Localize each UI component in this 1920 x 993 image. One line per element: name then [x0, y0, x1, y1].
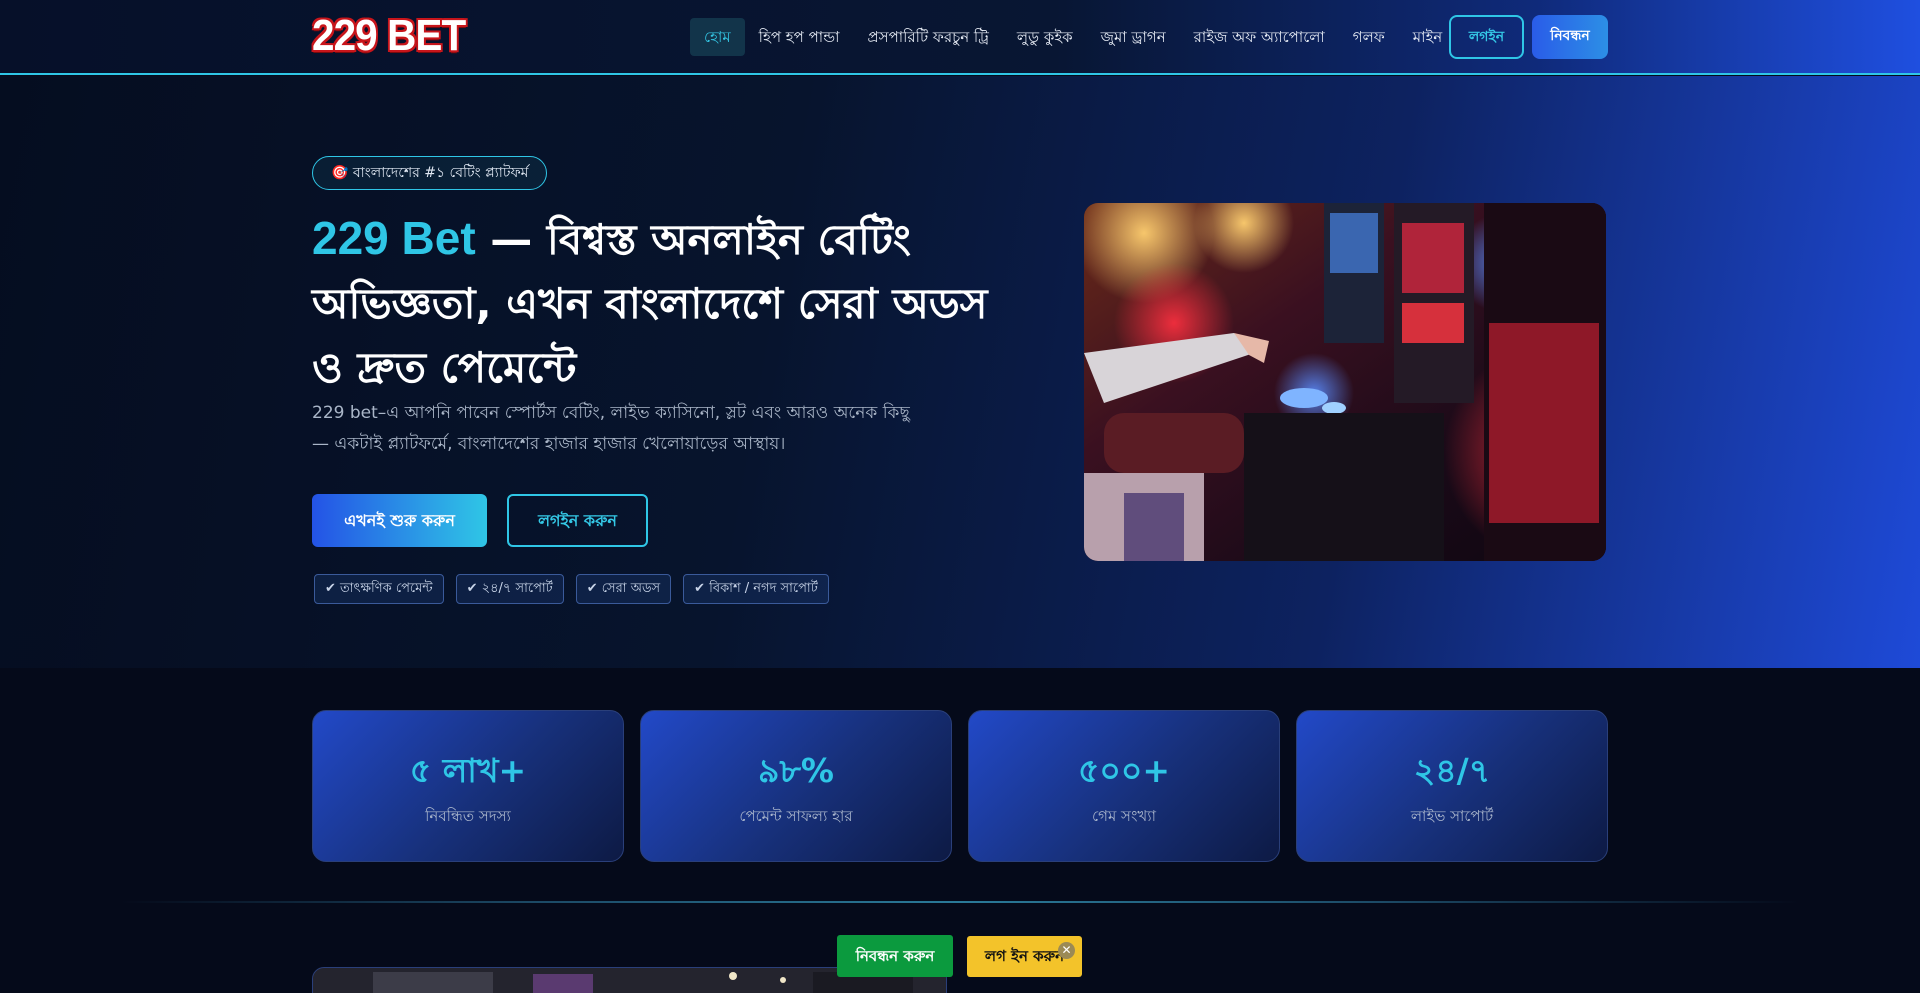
- stat-card-payment-success: ৯৮% পেমেন্ট সাফল্য হার: [640, 710, 952, 862]
- nav-item-hip-hop-panda[interactable]: হিপ হপ পান্ডা: [745, 18, 854, 56]
- feature-tag: ✔ তাৎক্ষণিক পেমেন্ট: [314, 574, 444, 604]
- hero-section: 🎯 বাংলাদেশের #১ বেটিং প্ল্যাটফর্ম 229 Be…: [0, 76, 1920, 668]
- stats-section: ৫ লাখ+ নিবন্ধিত সদস্য ৯৮% পেমেন্ট সাফল্য…: [0, 668, 1920, 993]
- main-nav: হোম হিপ হপ পান্ডা প্রসপারিটি ফরচুন ট্রি …: [690, 18, 1456, 56]
- hero-login-button[interactable]: লগইন করুন: [507, 494, 648, 547]
- stat-label: গেম সংখ্যা: [1092, 807, 1156, 825]
- site-header: 229 BET হোম হিপ হপ পান্ডা প্রসপারিটি ফরচ…: [0, 0, 1920, 75]
- nav-item-rise-of-apollo[interactable]: রাইজ অফ অ্যাপোলো: [1180, 18, 1339, 56]
- hero-badge: 🎯 বাংলাদেশের #১ বেটিং প্ল্যাটফর্ম: [312, 156, 548, 190]
- nav-item-mines[interactable]: মাইন: [1399, 18, 1456, 56]
- nav-item-golf[interactable]: গলফ: [1339, 18, 1399, 56]
- stat-card-live-support: ২৪/৭ লাইভ সাপোর্ট: [1296, 710, 1608, 862]
- header-register-button[interactable]: নিবন্ধন: [1532, 15, 1608, 59]
- casino-photo-illustration: [1084, 203, 1606, 561]
- feature-tag: ✔ সেরা অডস: [575, 574, 672, 604]
- casino-slot-machine-image: [1084, 203, 1606, 561]
- stat-value: ৫ লাখ+: [409, 751, 527, 790]
- logo[interactable]: 229 BET: [312, 13, 466, 59]
- stat-value: ৯৮%: [758, 751, 834, 790]
- nav-item-home[interactable]: হোম: [690, 18, 745, 56]
- feature-tag: ✔ ২৪/৭ সাপোর্ট: [455, 574, 564, 604]
- stat-label: নিবন্ধিত সদস্য: [425, 807, 511, 825]
- close-icon[interactable]: ✕: [1058, 942, 1075, 959]
- stat-card-games: ৫০০+ গেম সংখ্যা: [968, 710, 1280, 862]
- section-divider: [120, 901, 1800, 903]
- nav-item-prosperity-fortune-tree[interactable]: প্রসপারিটি ফরচুন ট্রি: [853, 18, 1002, 56]
- feature-tags: ✔ তাৎক্ষণিক পেমেন্ট ✔ ২৪/৭ সাপোর্ট ✔ সের…: [314, 574, 829, 604]
- hero-title: 229 Bet — বিশ্বস্ত অনলাইন বেটিং অভিজ্ঞতা…: [312, 206, 1032, 400]
- header-login-button[interactable]: লগইন: [1449, 15, 1524, 59]
- floating-register-button[interactable]: নিবন্ধন করুন: [837, 935, 953, 977]
- stat-card-members: ৫ লাখ+ নিবন্ধিত সদস্য: [312, 710, 624, 862]
- feature-tag: ✔ বিকাশ / নগদ সাপোর্ট: [683, 574, 829, 604]
- start-now-button[interactable]: এখনই শুরু করুন: [312, 494, 487, 547]
- stat-label: পেমেন্ট সাফল্য হার: [739, 807, 853, 825]
- stat-value: ২৪/৭: [1413, 751, 1491, 790]
- nav-item-ludo-quick[interactable]: লুডু কুইক: [1003, 18, 1087, 56]
- stat-label: লাইভ সাপোর্ট: [1410, 807, 1494, 825]
- nav-item-zuma-dragon[interactable]: জুমা ড্রাগন: [1087, 18, 1180, 56]
- hero-description: 229 bet–এ আপনি পাবেন স্পোর্টস বেটিং, লাই…: [312, 403, 910, 454]
- hero-title-brand: 229 Bet: [312, 212, 476, 264]
- stat-value: ৫০০+: [1078, 751, 1170, 790]
